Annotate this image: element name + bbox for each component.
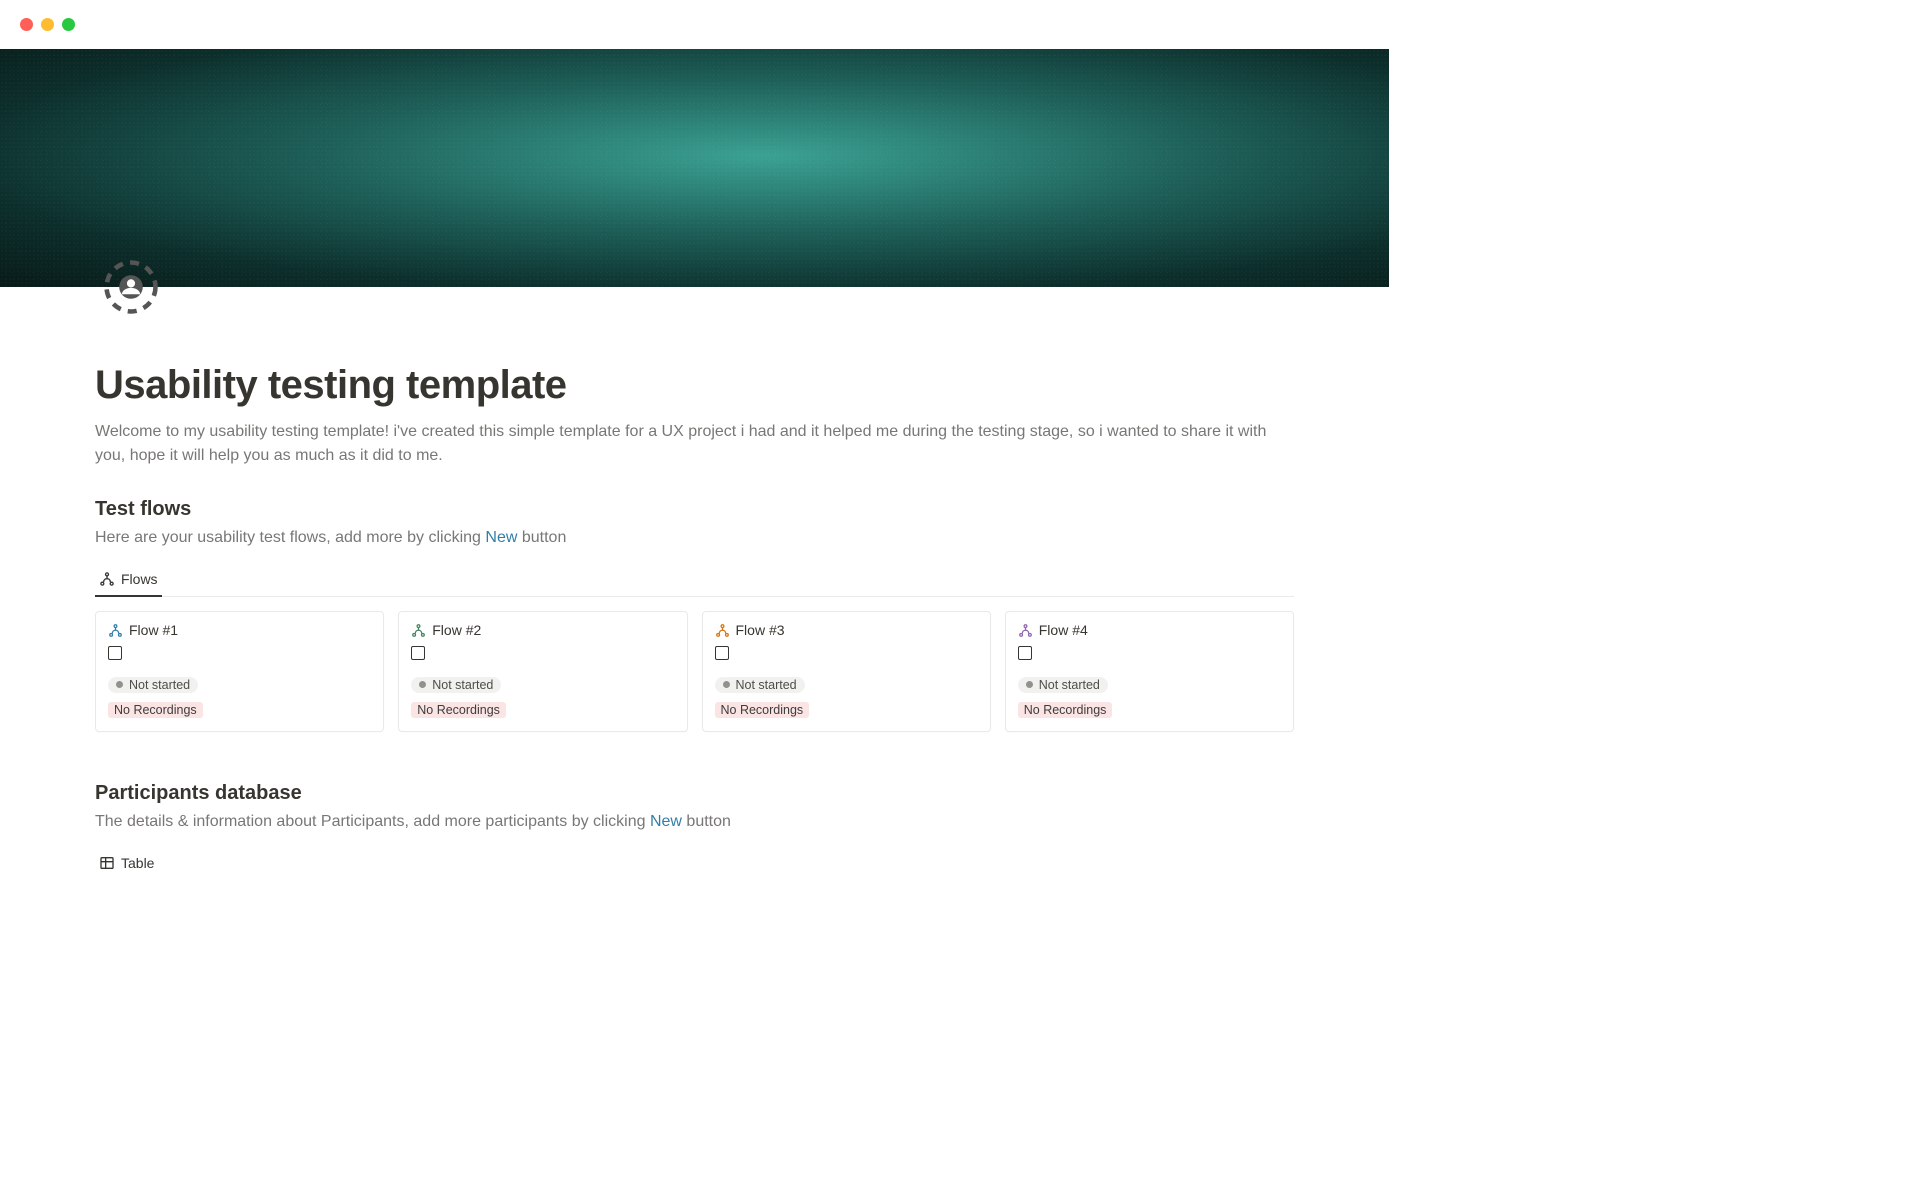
card-title-row: Flow #2 <box>411 622 674 638</box>
testflows-sub-prefix: Here are your usability test flows, add … <box>95 529 485 546</box>
window-controls <box>0 0 1389 49</box>
card-checkbox[interactable] <box>108 646 371 665</box>
poker-chip-icon <box>102 258 160 316</box>
testflows-heading[interactable]: Test flows <box>95 498 1294 521</box>
testflows-sub-suffix: button <box>517 529 566 546</box>
flow-icon <box>108 623 123 638</box>
flow-icon <box>99 571 115 587</box>
card-checkbox[interactable] <box>715 646 978 665</box>
status-badge: Not started <box>108 677 198 693</box>
card-title: Flow #2 <box>432 622 481 638</box>
status-label: Not started <box>432 678 493 692</box>
page-content: Usability testing template Welcome to my… <box>0 323 1389 871</box>
flow-icon <box>411 623 426 638</box>
page-intro-text[interactable]: Welcome to my usability testing template… <box>95 420 1294 468</box>
checkbox-icon <box>108 646 122 660</box>
status-dot-icon <box>723 681 730 688</box>
card-checkbox[interactable] <box>411 646 674 665</box>
flow-card[interactable]: Flow #4 Not started No Recordings <box>1005 611 1294 732</box>
page-icon[interactable] <box>95 251 167 323</box>
status-dot-icon <box>1026 681 1033 688</box>
tab-table-label: Table <box>121 855 154 871</box>
status-badge: Not started <box>411 677 501 693</box>
recordings-badge: No Recordings <box>1018 702 1113 718</box>
flows-cards-container: Flow #1 Not started No Recordings Flow #2 No… <box>95 611 1294 732</box>
flow-icon <box>715 623 730 638</box>
checkbox-icon <box>715 646 729 660</box>
status-label: Not started <box>1039 678 1100 692</box>
recordings-badge: No Recordings <box>108 702 203 718</box>
participants-heading[interactable]: Participants database <box>95 782 1294 805</box>
card-title: Flow #1 <box>129 622 178 638</box>
status-label: Not started <box>736 678 797 692</box>
flow-icon <box>1018 623 1033 638</box>
flow-card[interactable]: Flow #2 Not started No Recordings <box>398 611 687 732</box>
recordings-badge: No Recordings <box>715 702 810 718</box>
card-checkbox[interactable] <box>1018 646 1281 665</box>
status-badge: Not started <box>1018 677 1108 693</box>
card-title: Flow #3 <box>736 622 785 638</box>
recordings-badge: No Recordings <box>411 702 506 718</box>
window-close-button[interactable] <box>20 18 33 31</box>
card-title-row: Flow #4 <box>1018 622 1281 638</box>
flows-view-tabs: Flows <box>95 565 1294 597</box>
page-title[interactable]: Usability testing template <box>95 363 1294 408</box>
card-title-row: Flow #1 <box>108 622 371 638</box>
new-link-participants[interactable]: New <box>650 813 682 830</box>
page-cover[interactable] <box>0 49 1389 287</box>
participants-subtext[interactable]: The details & information about Particip… <box>95 813 1294 831</box>
table-icon <box>99 855 115 871</box>
window-minimize-button[interactable] <box>41 18 54 31</box>
card-title: Flow #4 <box>1039 622 1088 638</box>
tab-flows[interactable]: Flows <box>95 565 162 597</box>
tab-table[interactable]: Table <box>95 849 1294 871</box>
checkbox-icon <box>411 646 425 660</box>
status-dot-icon <box>116 681 123 688</box>
card-title-row: Flow #3 <box>715 622 978 638</box>
participants-sub-prefix: The details & information about Particip… <box>95 813 650 830</box>
new-link[interactable]: New <box>485 529 517 546</box>
window-zoom-button[interactable] <box>62 18 75 31</box>
checkbox-icon <box>1018 646 1032 660</box>
tab-flows-label: Flows <box>121 571 158 587</box>
status-badge: Not started <box>715 677 805 693</box>
status-dot-icon <box>419 681 426 688</box>
testflows-subtext[interactable]: Here are your usability test flows, add … <box>95 529 1294 547</box>
flow-card[interactable]: Flow #1 Not started No Recordings <box>95 611 384 732</box>
status-label: Not started <box>129 678 190 692</box>
flow-card[interactable]: Flow #3 Not started No Recordings <box>702 611 991 732</box>
participants-sub-suffix: button <box>682 813 731 830</box>
